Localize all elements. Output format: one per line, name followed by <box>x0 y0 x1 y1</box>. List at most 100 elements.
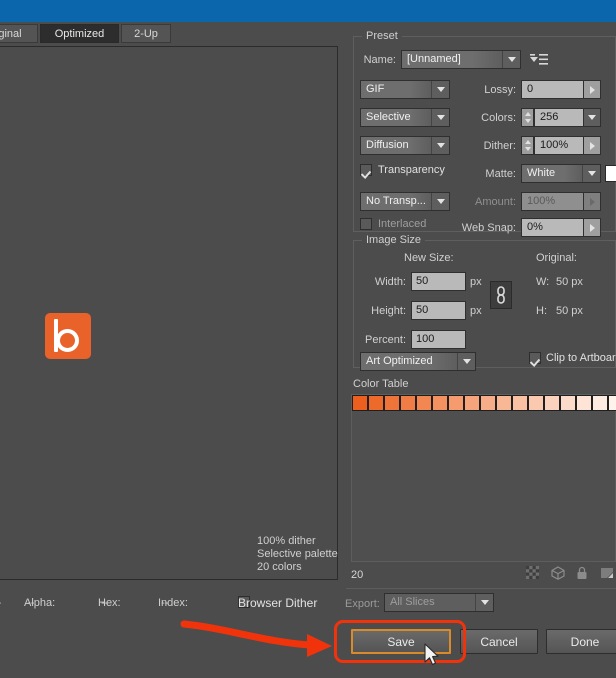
chevron-down-icon[interactable] <box>583 108 601 127</box>
palette-combo[interactable]: Selective <box>360 108 450 127</box>
interlaced-label: Interlaced <box>378 218 427 230</box>
cancel-button-label: Cancel <box>480 634 518 649</box>
color-swatch[interactable] <box>464 395 480 411</box>
cancel-button[interactable]: Cancel <box>460 629 538 654</box>
transparency-dither-combo[interactable]: No Transp... <box>360 192 450 211</box>
preset-menu-icon[interactable] <box>529 53 549 69</box>
interlaced-checkbox[interactable] <box>360 218 372 230</box>
stepper-up-icon[interactable] <box>524 139 531 144</box>
chevron-down-icon[interactable] <box>502 51 520 68</box>
done-button[interactable]: Done <box>546 629 616 654</box>
lossy-field[interactable]: 0 <box>521 80 601 99</box>
tab-original[interactable]: ginal <box>0 24 38 43</box>
web-snap-field[interactable]: 0% <box>521 218 601 237</box>
image-preview-pane[interactable] <box>0 46 338 580</box>
color-swatch[interactable] <box>352 395 368 411</box>
lossy-label: Lossy: <box>484 84 516 96</box>
panel-divider <box>346 588 616 589</box>
chevron-down-icon[interactable] <box>475 594 493 611</box>
lossy-popup-arrow[interactable] <box>583 80 601 99</box>
dither-field[interactable]: 100% <box>534 136 601 155</box>
original-height-label: H: <box>536 305 547 317</box>
color-table-swatches[interactable] <box>352 395 616 411</box>
interlaced-control[interactable]: Interlaced <box>360 218 426 230</box>
tab-2up-label: 2-Up <box>134 28 158 40</box>
preset-name-combo[interactable]: [Unnamed] <box>401 50 521 69</box>
transparency-checkbox[interactable] <box>360 164 372 176</box>
new-size-label: New Size: <box>404 252 454 264</box>
done-button-label: Done <box>570 634 600 649</box>
matte-color-swatch[interactable] <box>605 165 616 182</box>
stepper-down-icon[interactable] <box>524 119 531 124</box>
web-safe-cube-icon[interactable] <box>551 565 565 583</box>
transparency-control[interactable]: Transparency <box>360 164 445 176</box>
color-swatch[interactable] <box>384 395 400 411</box>
lossy-value[interactable]: 0 <box>521 80 583 99</box>
color-swatch[interactable] <box>592 395 608 411</box>
color-swatch[interactable] <box>544 395 560 411</box>
color-table-panel[interactable] <box>351 394 616 562</box>
checkerboard-icon[interactable] <box>526 566 539 582</box>
original-label: Original: <box>536 252 577 264</box>
color-swatch[interactable] <box>368 395 384 411</box>
color-swatch[interactable] <box>512 395 528 411</box>
color-swatch[interactable] <box>496 395 512 411</box>
chevron-down-icon[interactable] <box>582 165 600 182</box>
matte-combo[interactable]: White <box>521 164 601 183</box>
chevron-down-icon[interactable] <box>431 81 449 98</box>
export-combo[interactable]: All Slices <box>384 593 494 612</box>
preview-info-line-1: 100% dither <box>257 535 316 547</box>
color-swatch[interactable] <box>608 395 616 411</box>
chevron-down-icon[interactable] <box>431 193 449 210</box>
lock-icon[interactable] <box>576 566 588 583</box>
stepper-up-icon[interactable] <box>524 111 531 116</box>
preset-name-label: Name: <box>363 54 396 66</box>
palette-value: Selective <box>361 109 431 126</box>
transparency-dither-value: No Transp... <box>361 193 431 210</box>
new-swatch-icon[interactable] <box>600 566 614 583</box>
web-snap-value[interactable]: 0% <box>521 218 583 237</box>
amount-label: Amount: <box>475 196 516 208</box>
preset-group-label: Preset <box>362 30 402 42</box>
readout-hex: Hex: -- <box>98 596 121 610</box>
quality-value: Art Optimized <box>361 353 457 370</box>
settings-panel: Preset Name: [Unnamed] GIF Lossy: 0 Sele… <box>345 28 616 612</box>
quality-combo[interactable]: Art Optimized <box>360 352 476 371</box>
mouse-cursor <box>424 643 439 666</box>
color-swatch[interactable] <box>480 395 496 411</box>
dither-algorithm-combo[interactable]: Diffusion <box>360 136 450 155</box>
tab-optimized[interactable]: Optimized <box>40 24 119 43</box>
preset-name-value: [Unnamed] <box>402 51 502 68</box>
dither-value[interactable]: 100% <box>534 136 583 155</box>
color-swatch[interactable] <box>400 395 416 411</box>
save-button-label: Save <box>387 634 415 649</box>
color-swatch[interactable] <box>528 395 544 411</box>
width-input[interactable]: 50 <box>411 272 466 291</box>
tab-2up[interactable]: 2-Up <box>121 24 171 43</box>
chevron-down-icon[interactable] <box>431 137 449 154</box>
chevron-down-icon[interactable] <box>431 109 449 126</box>
amount-popup-arrow <box>583 192 601 211</box>
clip-to-artboard-label: Clip to Artboard <box>546 352 616 364</box>
clip-to-artboard-checkbox[interactable] <box>529 352 541 364</box>
chevron-down-icon[interactable] <box>457 353 475 370</box>
readout-index-value: -- <box>161 597 169 609</box>
color-swatch[interactable] <box>448 395 464 411</box>
colors-field[interactable]: 256 <box>534 108 601 127</box>
colors-stepper[interactable] <box>521 108 534 127</box>
percent-input[interactable]: 100 <box>411 330 466 349</box>
color-swatch[interactable] <box>576 395 592 411</box>
web-snap-popup-arrow[interactable] <box>583 218 601 237</box>
height-input[interactable]: 50 <box>411 301 466 320</box>
color-swatch[interactable] <box>416 395 432 411</box>
clip-to-artboard-control[interactable]: Clip to Artboard <box>529 352 616 364</box>
chain-link-icon[interactable] <box>490 281 512 309</box>
color-swatch[interactable] <box>560 395 576 411</box>
color-swatch[interactable] <box>432 395 448 411</box>
dither-popup-arrow[interactable] <box>583 136 601 155</box>
tab-original-label: ginal <box>0 28 22 40</box>
dither-stepper[interactable] <box>521 136 534 155</box>
file-format-combo[interactable]: GIF <box>360 80 450 99</box>
stepper-down-icon[interactable] <box>524 147 531 152</box>
colors-value[interactable]: 256 <box>534 108 583 127</box>
